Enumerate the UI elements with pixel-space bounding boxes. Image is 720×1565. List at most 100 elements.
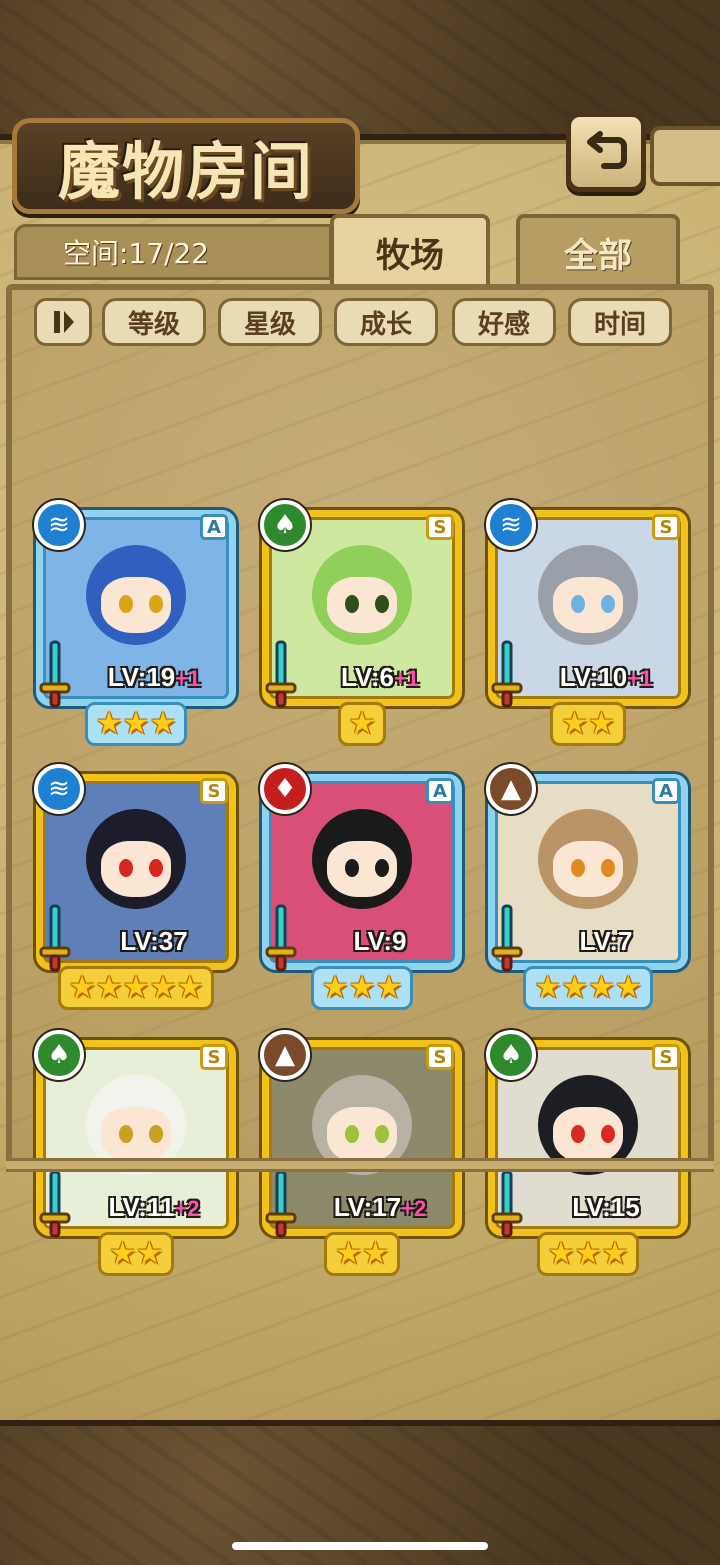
level-text: LV:15: [572, 1192, 640, 1222]
fire-element-icon: ♦: [260, 764, 310, 814]
level-text: LV:6: [340, 662, 394, 692]
star-icon: ★: [547, 1236, 575, 1271]
sort-button-affection[interactable]: 好感: [452, 298, 556, 346]
monster-eye: [119, 859, 133, 877]
monster-eye: [571, 1125, 585, 1143]
level-text: LV:11: [108, 1192, 175, 1222]
star-icon: ★: [109, 1236, 136, 1271]
monster-eye: [375, 1125, 389, 1143]
page-title: 魔物房间: [57, 135, 314, 208]
level-text: LV:9: [353, 926, 407, 956]
sort-button-level[interactable]: 等级: [102, 298, 206, 346]
star-rating: ★ ★ ★ ★ ★: [36, 966, 236, 1010]
level-text: LV:10: [559, 662, 628, 692]
tab-all[interactable]: 全部: [516, 214, 680, 286]
monster-card[interactable]: A ≋ LV:19+1 ★ ★ ★: [34, 500, 236, 746]
monster-eye: [571, 859, 585, 877]
star-plate: ★ ★ ★: [310, 966, 414, 1010]
star-icon: ★: [122, 706, 150, 741]
rank-badge: S: [426, 1044, 454, 1070]
rank-badge: S: [652, 514, 680, 540]
monster-eye: [119, 1125, 133, 1143]
rank-badge: A: [426, 778, 454, 804]
star-icon: ★: [136, 1236, 163, 1271]
star-icon: ★: [95, 970, 123, 1005]
space-counter: 空间:17/22: [14, 224, 332, 280]
rank-badge: S: [426, 514, 454, 540]
monster-level: LV:7: [528, 926, 684, 958]
monster-level: LV:11+2: [76, 1192, 232, 1224]
level-bonus: +1: [393, 666, 420, 691]
water-element-icon: ≋: [486, 500, 536, 550]
star-icon: ★: [321, 970, 349, 1005]
tab-ranch[interactable]: 牧场: [330, 214, 490, 286]
monster-card[interactable]: S ▲ LV:17+2 ★ ★: [260, 1030, 462, 1276]
monster-list-bottom-rail: [6, 1158, 714, 1172]
monster-eye: [345, 1125, 359, 1143]
rank-badge: A: [200, 514, 228, 540]
star-icon: ★: [348, 706, 376, 741]
sword-icon: [39, 640, 71, 708]
monster-card[interactable]: S ♠ LV:6+1 ★: [260, 500, 462, 746]
star-icon: ★: [534, 970, 562, 1005]
level-text: LV:7: [579, 926, 633, 956]
star-rating: ★: [262, 702, 462, 746]
back-arrow-icon: [587, 131, 627, 169]
pause-sort-icon: [54, 311, 74, 333]
level-bonus: +1: [175, 666, 201, 691]
star-icon: ★: [362, 1236, 389, 1271]
earth-element-icon: ▲: [486, 764, 536, 814]
monster-level: LV:6+1: [302, 662, 458, 694]
level-text: LV:37: [120, 926, 188, 956]
sort-button-growth[interactable]: 成长: [334, 298, 438, 346]
sword-icon: [39, 1170, 71, 1238]
sort-order-toggle[interactable]: [34, 298, 92, 346]
monster-eye: [601, 1125, 615, 1143]
star-icon: ★: [614, 970, 642, 1005]
star-icon: ★: [588, 706, 615, 741]
star-plate: ★ ★: [98, 1232, 174, 1276]
level-bonus: +2: [401, 1196, 427, 1221]
monster-card[interactable]: A ♦ LV:9 ★ ★ ★: [260, 764, 462, 1010]
star-rating: ★ ★ ★: [488, 1232, 688, 1276]
monster-eye: [375, 595, 389, 613]
nature-element-icon: ♠: [260, 500, 310, 550]
star-rating: ★ ★ ★: [262, 966, 462, 1010]
back-button-rail: [650, 126, 720, 186]
monster-level: LV:9: [302, 926, 458, 958]
star-icon: ★: [561, 970, 588, 1005]
monster-eye: [149, 1125, 163, 1143]
monster-eye: [375, 859, 389, 877]
home-indicator[interactable]: [232, 1542, 488, 1550]
sort-button-stars[interactable]: 星级: [218, 298, 322, 346]
sort-button-time[interactable]: 时间: [568, 298, 672, 346]
rank-badge: S: [652, 1044, 680, 1070]
star-plate: ★ ★ ★ ★ ★: [57, 966, 215, 1010]
water-element-icon: ≋: [34, 500, 84, 550]
water-element-icon: ≋: [34, 764, 84, 814]
star-rating: ★ ★ ★: [36, 702, 236, 746]
star-icon: ★: [561, 706, 588, 741]
monster-card[interactable]: S ≋ LV:10+1 ★ ★: [486, 500, 688, 746]
earth-element-icon: ▲: [260, 1030, 310, 1080]
star-icon: ★: [95, 706, 123, 741]
level-text: LV:19: [107, 662, 176, 692]
monster-card[interactable]: S ♠ LV:11+2 ★ ★: [34, 1030, 236, 1276]
monster-card[interactable]: S ≋ LV:37 ★ ★ ★ ★ ★: [34, 764, 236, 1010]
star-icon: ★: [149, 706, 177, 741]
monster-eye: [119, 595, 133, 613]
star-icon: ★: [601, 1236, 629, 1271]
level-bonus: +1: [627, 666, 653, 691]
monster-level: LV:15: [528, 1192, 684, 1224]
back-button[interactable]: [566, 112, 646, 192]
monster-card[interactable]: S ♠ LV:15 ★ ★ ★: [486, 1030, 688, 1276]
star-rating: ★ ★: [262, 1232, 462, 1276]
monster-level: LV:19+1: [76, 662, 232, 694]
monster-card[interactable]: A ▲ LV:7 ★ ★ ★ ★: [486, 764, 688, 1010]
monster-eye: [149, 859, 163, 877]
star-plate: ★ ★ ★: [536, 1232, 640, 1276]
sword-icon: [265, 1170, 297, 1238]
star-plate: ★ ★ ★ ★: [523, 966, 653, 1010]
star-icon: ★: [122, 970, 150, 1005]
level-text: LV:17: [333, 1192, 402, 1222]
